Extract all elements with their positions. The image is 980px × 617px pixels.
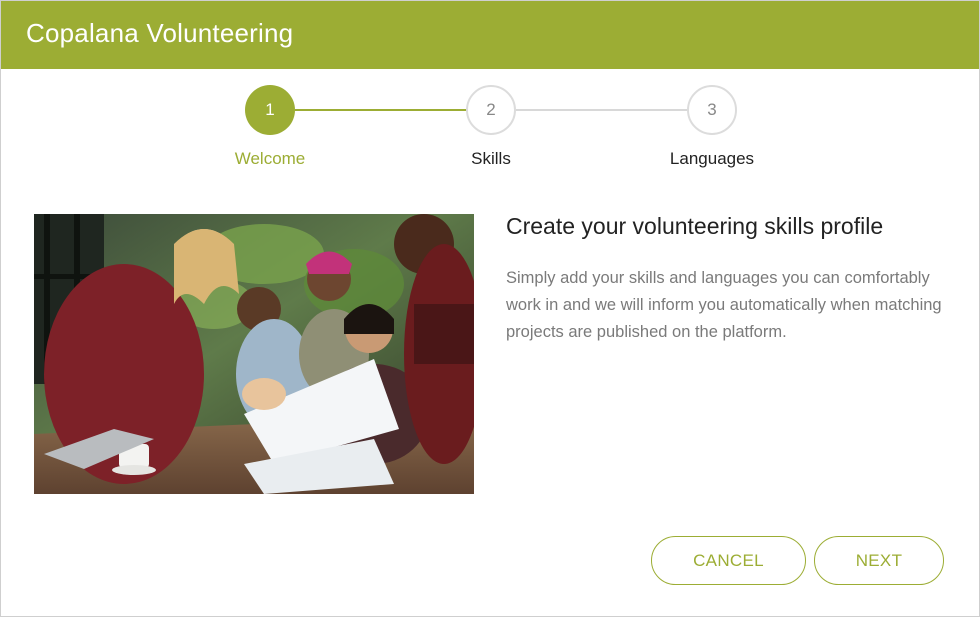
step-connector-completed [295, 109, 467, 111]
next-button[interactable]: NEXT [814, 536, 944, 585]
dialog-header: Copalana Volunteering [1, 1, 979, 69]
content-description: Simply add your skills and languages you… [506, 269, 942, 341]
step-connector-pending [516, 109, 688, 111]
volunteers-photo [34, 214, 474, 494]
step-2-indicator[interactable]: 2 [466, 85, 516, 135]
dialog-title: Copalana Volunteering [26, 18, 294, 48]
step-3-label: Languages [669, 149, 755, 168]
step-1-label: Welcome [234, 149, 306, 168]
step-3-indicator[interactable]: 3 [687, 85, 737, 135]
stepper: 1 2 3 Welcome Skills Languages [1, 69, 979, 189]
cancel-button[interactable]: CANCEL [651, 536, 806, 585]
step-2-label: Skills [471, 149, 511, 168]
wizard-dialog: Copalana Volunteering 1 2 3 Welcome Skil… [0, 0, 980, 617]
step-1-indicator[interactable]: 1 [245, 85, 295, 135]
content-title: Create your volunteering skills profile [506, 213, 884, 239]
